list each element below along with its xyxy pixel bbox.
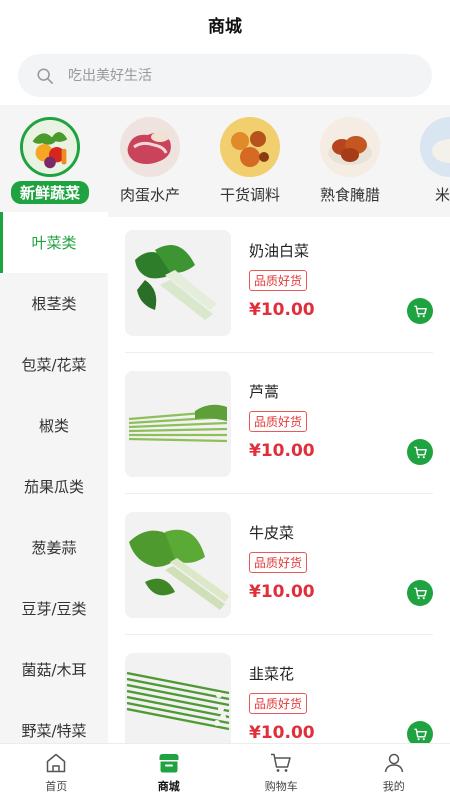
search-bar[interactable] <box>18 54 432 97</box>
product-price: ¥10.00 <box>249 300 315 320</box>
quality-tag: 品质好货 <box>249 552 308 573</box>
page-title: 商城 <box>208 16 242 37</box>
chard-image <box>125 512 231 618</box>
search-bar-container <box>0 48 450 97</box>
tab-cart[interactable]: 购物车 <box>225 744 338 800</box>
category-label: 米面 <box>434 186 450 204</box>
quality-tag: 品质好货 <box>249 411 308 432</box>
sidebar-item-mushroom[interactable]: 菌菇/木耳 <box>0 639 108 700</box>
sidebar-item-cabbage[interactable]: 包菜/花菜 <box>0 334 108 395</box>
cart-icon <box>413 446 427 458</box>
product-price: ¥10.00 <box>249 582 315 602</box>
product-card[interactable]: 韭菜花 品质好货 ¥10.00 <box>125 635 433 743</box>
spices-icon <box>220 117 280 177</box>
chive-flower-image <box>125 653 231 743</box>
rice-noodle-icon <box>420 117 450 177</box>
category-label: 干货调料 <box>219 186 280 204</box>
product-name: 韭菜花 <box>249 665 295 683</box>
category-item-rice[interactable]: 米面 <box>400 117 450 205</box>
bok-choy-image <box>125 230 231 336</box>
user-icon <box>384 753 403 772</box>
artemisia-image <box>125 371 231 477</box>
search-icon <box>37 67 54 84</box>
product-info: 韭菜花 品质好货 ¥10.00 <box>249 653 315 743</box>
cooked-food-icon <box>320 117 380 177</box>
tab-label: 购物车 <box>264 779 298 793</box>
category-item-spices[interactable]: 干货调料 <box>200 117 300 205</box>
sidebar-item-aromatics[interactable]: 葱姜蒜 <box>0 517 108 578</box>
product-price: ¥10.00 <box>249 723 315 743</box>
category-label: 熟食腌腊 <box>319 186 380 204</box>
category-item-vegetables[interactable]: 新鲜蔬菜 <box>0 117 100 204</box>
tab-label: 我的 <box>382 779 405 793</box>
sidebar-item-root[interactable]: 根茎类 <box>0 273 108 334</box>
sidebar-item-sprouts[interactable]: 豆芽/豆类 <box>0 578 108 639</box>
product-list: 奶油白菜 品质好货 ¥10.00 芦蒿 品质好货 ¥10.00 牛皮菜 品质好货… <box>108 212 450 743</box>
product-name: 奶油白菜 <box>249 242 310 260</box>
header: 商城 <box>0 0 450 48</box>
subcategory-sidebar: 叶菜类 根茎类 包菜/花菜 椒类 茄果瓜类 葱姜蒜 豆芽/豆类 菌菇/木耳 野菜… <box>0 212 108 743</box>
meat-icon <box>120 117 180 177</box>
add-to-cart-button[interactable] <box>407 580 433 606</box>
cart-icon <box>271 753 291 772</box>
product-card[interactable]: 牛皮菜 品质好货 ¥10.00 <box>125 494 433 635</box>
product-info: 芦蒿 品质好货 ¥10.00 <box>249 371 315 461</box>
sidebar-item-wild[interactable]: 野菜/特菜 <box>0 700 108 743</box>
search-input[interactable] <box>68 67 368 84</box>
tab-label: 商城 <box>157 779 180 793</box>
content-area: 叶菜类 根茎类 包菜/花菜 椒类 茄果瓜类 葱姜蒜 豆芽/豆类 菌菇/木耳 野菜… <box>0 212 450 743</box>
add-to-cart-button[interactable] <box>407 298 433 324</box>
vegetables-icon <box>20 117 80 177</box>
category-strip: 新鲜蔬菜 肉蛋水产 干货调料 熟食腌腊 米 <box>0 105 450 217</box>
add-to-cart-button[interactable] <box>407 439 433 465</box>
category-item-cooked[interactable]: 熟食腌腊 <box>300 117 400 205</box>
cart-icon <box>413 728 427 740</box>
add-to-cart-button[interactable] <box>407 721 433 743</box>
home-icon <box>47 753 66 772</box>
product-name: 牛皮菜 <box>249 524 295 542</box>
sidebar-item-fruit-veg[interactable]: 茄果瓜类 <box>0 456 108 517</box>
category-item-meat[interactable]: 肉蛋水产 <box>100 117 200 205</box>
product-card[interactable]: 奶油白菜 品质好货 ¥10.00 <box>125 212 433 353</box>
cart-icon <box>413 305 427 317</box>
category-label: 新鲜蔬菜 <box>10 181 89 204</box>
quality-tag: 品质好货 <box>249 270 308 291</box>
tab-label: 首页 <box>45 779 68 793</box>
tab-home[interactable]: 首页 <box>0 744 113 800</box>
mall-page: 商城 新鲜蔬菜 <box>0 0 450 800</box>
product-info: 奶油白菜 品质好货 ¥10.00 <box>249 230 315 320</box>
mall-icon <box>159 753 179 772</box>
product-info: 牛皮菜 品质好货 ¥10.00 <box>249 512 315 602</box>
sidebar-item-leafy[interactable]: 叶菜类 <box>0 212 108 273</box>
quality-tag: 品质好货 <box>249 693 308 714</box>
sidebar-item-pepper[interactable]: 椒类 <box>0 395 108 456</box>
product-price: ¥10.00 <box>249 441 315 461</box>
bottom-tab-bar: 首页 商城 购物车 我的 <box>0 743 450 800</box>
tab-mall[interactable]: 商城 <box>113 744 226 800</box>
product-name: 芦蒿 <box>249 383 280 401</box>
tab-profile[interactable]: 我的 <box>338 744 450 800</box>
category-label: 肉蛋水产 <box>119 186 180 204</box>
cart-icon <box>413 587 427 599</box>
product-card[interactable]: 芦蒿 品质好货 ¥10.00 <box>125 353 433 494</box>
